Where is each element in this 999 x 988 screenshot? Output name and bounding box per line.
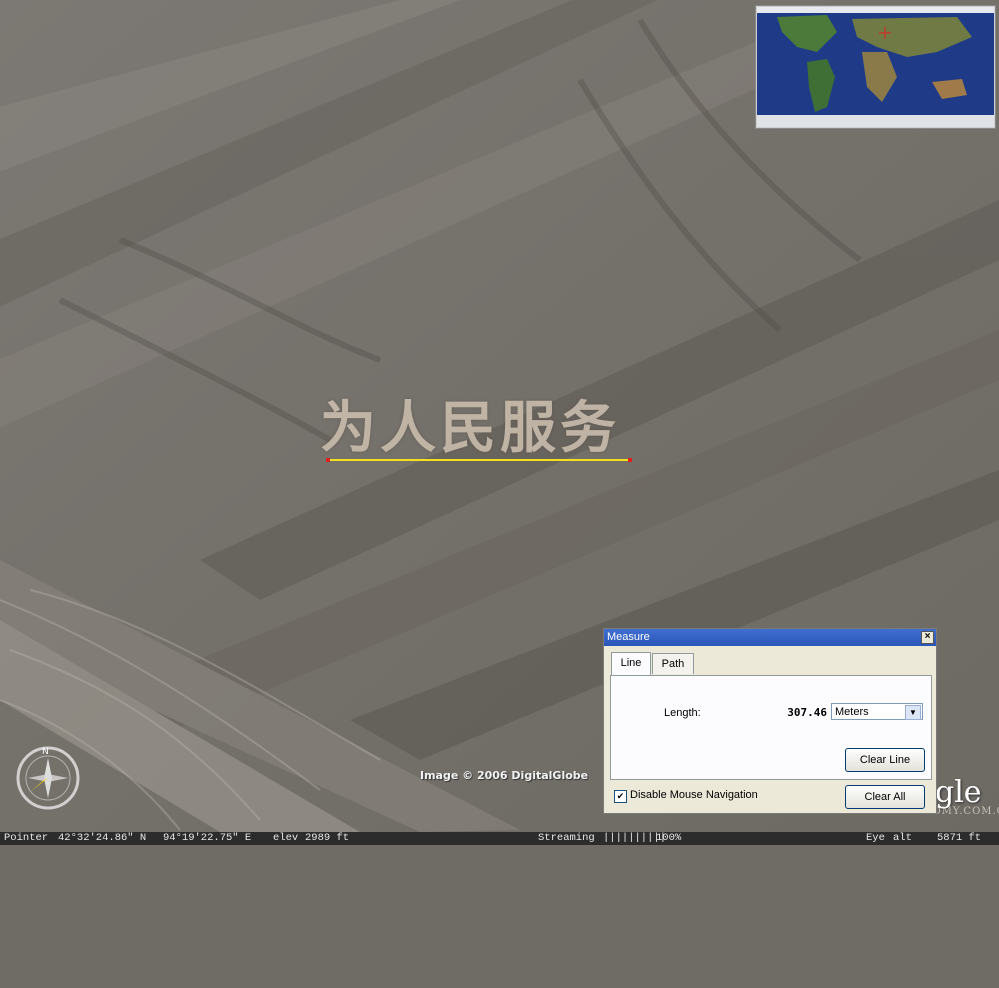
eye-label: Eye: [866, 832, 885, 844]
disable-navigation-label: Disable Mouse Navigation: [630, 789, 758, 801]
close-button[interactable]: ×: [921, 631, 934, 644]
dropdown-arrow-icon[interactable]: ▼: [905, 705, 921, 720]
alt-value: 5871 ft: [937, 832, 982, 844]
streaming-label: Streaming: [538, 832, 595, 844]
dialog-title: Measure: [607, 631, 650, 643]
status-bar: Pointer 42°32'24.86" N 94°19'22.75" E el…: [0, 832, 999, 845]
elev-label: elev: [273, 832, 299, 844]
streaming-percent: 100%: [656, 832, 682, 844]
measure-dialog: Measure × Line Path Length: 307.46 Meter…: [603, 628, 937, 814]
tab-path[interactable]: Path: [652, 653, 694, 674]
clear-all-button[interactable]: Clear All: [845, 785, 925, 809]
compass-icon[interactable]: N: [14, 744, 82, 812]
line-start-point[interactable]: [326, 458, 330, 462]
line-end-point[interactable]: [628, 458, 632, 462]
length-value: 307.46: [787, 706, 827, 719]
unit-select[interactable]: Meters ▼: [831, 703, 923, 720]
unit-select-value: Meters: [835, 706, 869, 718]
dialog-titlebar[interactable]: Measure ×: [604, 629, 936, 646]
disable-navigation-checkbox[interactable]: ✔: [614, 790, 627, 803]
length-label: Length:: [664, 707, 701, 719]
pointer-longitude: 94°19'22.75" E: [163, 832, 252, 844]
elev-value: 2989 ft: [305, 832, 350, 844]
check-icon: ✔: [616, 791, 625, 801]
clear-line-button[interactable]: Clear Line: [845, 748, 925, 772]
imagery-copyright: Image © 2006 DigitalGlobe: [420, 769, 589, 782]
alt-label: alt: [893, 832, 912, 844]
pointer-latitude: 42°32'24.86" N: [58, 832, 147, 844]
tab-line[interactable]: Line: [611, 652, 651, 675]
pointer-label: Pointer: [4, 832, 49, 844]
svg-text:N: N: [42, 747, 49, 757]
google-logo: gle: [935, 775, 982, 810]
